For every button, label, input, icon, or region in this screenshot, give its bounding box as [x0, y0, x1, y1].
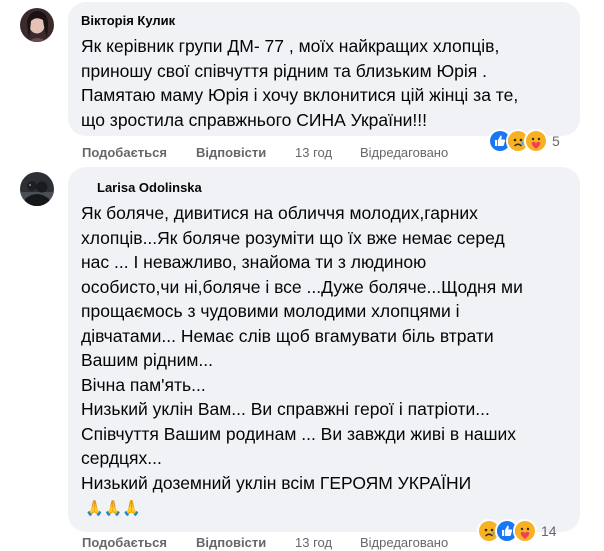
reaction-count: 5 — [552, 133, 560, 149]
avatar[interactable] — [20, 8, 54, 42]
reaction-count: 14 — [541, 523, 557, 539]
care-reaction-icon — [513, 519, 537, 543]
reply-button[interactable]: Відповісти — [196, 145, 266, 160]
reaction-summary[interactable]: 14 — [477, 519, 557, 543]
comment-actions: Подобається Відповісти 13 год Відредагов… — [82, 535, 482, 551]
like-button[interactable]: Подобається — [82, 145, 167, 160]
care-reaction-icon — [524, 129, 548, 153]
comment-time[interactable]: 13 год — [295, 145, 332, 160]
edited-label[interactable]: Відредаговано — [360, 145, 448, 160]
comment-text: Як боляче, дивитися на обличчя молодих,г… — [81, 203, 523, 493]
comment-author[interactable]: Вікторія Кулик — [81, 13, 175, 28]
comment-text: Як керівник групи ДМ- 77 , моїх найкращи… — [81, 36, 519, 130]
comment-actions: Подобається Відповісти 13 год Відредагов… — [82, 145, 482, 161]
comment-author[interactable]: Larisa Odolinska — [97, 180, 202, 195]
reaction-summary[interactable]: 5 — [488, 129, 560, 153]
avatar[interactable] — [20, 172, 54, 206]
prayer-emoji-line: 🙏🙏🙏 — [85, 500, 142, 517]
